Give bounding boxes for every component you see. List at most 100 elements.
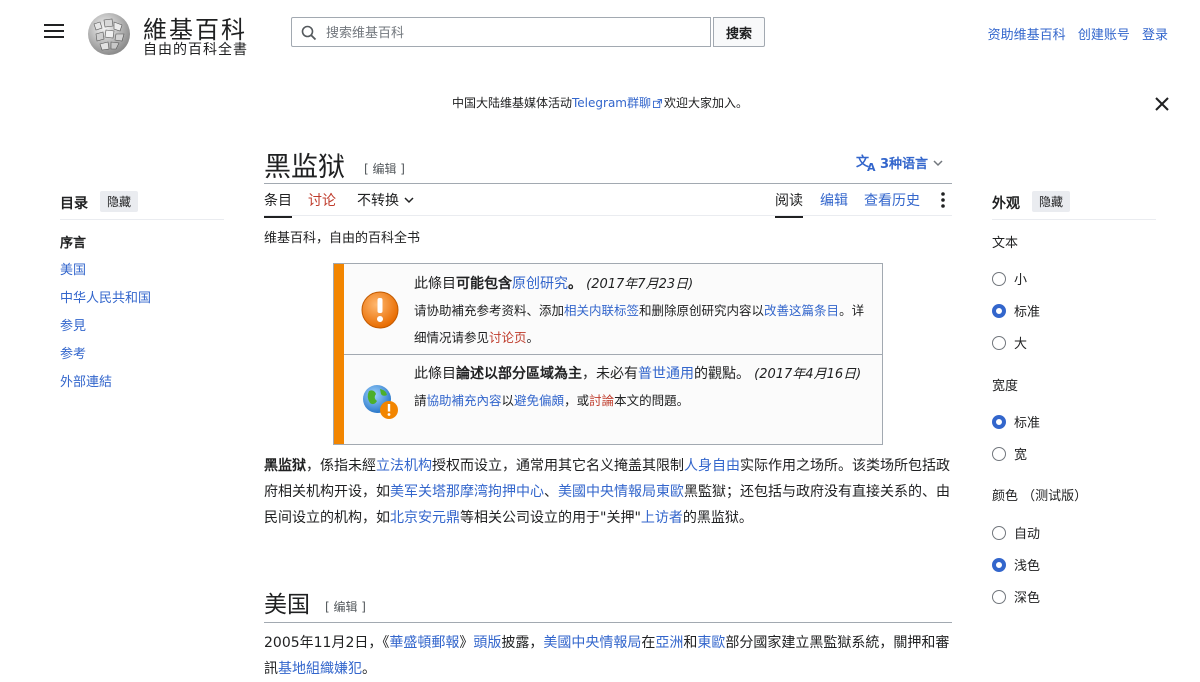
notice-body: 本文的問題。: [614, 393, 690, 408]
radio-label: 宽: [1014, 448, 1028, 463]
avoid-bias-link[interactable]: 避免偏頗: [514, 393, 564, 408]
tabs-divider: [264, 183, 952, 184]
eastern-europe-link[interactable]: 東歐: [697, 635, 725, 651]
front-page-link[interactable]: 頭版: [473, 635, 501, 651]
paragraph-text: ，係指未經: [306, 458, 376, 474]
personal-liberty-link[interactable]: 人身自由: [684, 458, 740, 474]
section-divider: [264, 622, 952, 623]
width-standard[interactable]: 标准: [992, 412, 1040, 431]
paragraph-text: 》: [459, 635, 474, 651]
notice-text: 此條目論述以部分區域為主，未必有普世通用的觀點。 (2017年4月16日) 請協…: [414, 361, 872, 415]
radio-button-selected[interactable]: [992, 303, 1006, 318]
anyuanding-link[interactable]: 北京安元鼎: [390, 510, 460, 526]
tab-talk[interactable]: 讨论: [308, 190, 336, 210]
toc-item-intro[interactable]: 序言: [60, 232, 86, 251]
tab-article[interactable]: 条目: [264, 190, 292, 218]
close-notice-icon[interactable]: [1154, 96, 1170, 112]
radio-button-selected[interactable]: [992, 557, 1006, 572]
toc-item-prc[interactable]: 中华人民共和国: [60, 287, 151, 306]
paragraph-text: 在: [641, 635, 656, 651]
tab-variant[interactable]: 不转换: [357, 190, 415, 210]
paragraph-text: 的黑监狱。: [682, 510, 753, 526]
color-dark[interactable]: 深色: [992, 587, 1040, 606]
toc-item-see-also[interactable]: 参見: [60, 315, 86, 334]
variant-label: 不转换: [357, 193, 399, 209]
tab-edit[interactable]: 编辑: [820, 190, 848, 210]
notice-suffix: 欢迎大家加入。: [664, 96, 749, 110]
toc-hide-button[interactable]: 隐藏: [100, 191, 139, 212]
notice-body: 和删除原创研究内容以: [639, 303, 765, 318]
toc-title: 目录: [60, 196, 88, 212]
original-research-notice: 此條目可能包含原创研究。 (2017年7月23日) 请协助補充参考资料、添加相关…: [344, 264, 882, 354]
search-button[interactable]: 搜索: [713, 17, 765, 47]
text-size-small[interactable]: 小: [992, 269, 1027, 288]
appearance-hide-button[interactable]: 隐藏: [1032, 191, 1071, 212]
radio-button[interactable]: [992, 446, 1006, 461]
title-edit-link[interactable]: [ 编辑 ]: [364, 160, 405, 177]
discuss-link[interactable]: 討論: [589, 393, 614, 408]
create-account-link[interactable]: 创建账号: [1078, 28, 1130, 43]
toc-item-usa[interactable]: 美国: [60, 259, 86, 278]
radio-label: 深色: [1014, 591, 1041, 606]
notice-lead: 的觀點。: [694, 366, 750, 382]
paragraph-text: 、: [544, 484, 558, 500]
talk-page-link[interactable]: 讨论页: [489, 330, 527, 345]
toc-item-references[interactable]: 参考: [60, 343, 86, 362]
paragraph-text: 授权而设立，通常用其它名义掩盖其限制: [432, 458, 684, 474]
page-title: 黑监狱: [264, 152, 345, 183]
petitioners-link[interactable]: 上访者: [641, 510, 683, 526]
search-icon: [301, 25, 317, 41]
login-link[interactable]: 登录: [1142, 28, 1168, 43]
width-wide[interactable]: 宽: [992, 444, 1027, 463]
notice-text: 中国大陆维基媒体活动: [451, 96, 572, 110]
radio-button[interactable]: [992, 335, 1006, 350]
search-input[interactable]: [324, 18, 708, 48]
toc-item-external-links[interactable]: 外部連結: [60, 371, 112, 390]
text-size-standard[interactable]: 标准: [992, 301, 1040, 320]
notice-lead: 此條目: [414, 366, 456, 382]
globalize-notice: 此條目論述以部分區域為主，未必有普世通用的觀點。 (2017年4月16日) 請協…: [344, 355, 882, 444]
notice-body: 。: [526, 330, 540, 345]
notice-emphasis: 論述以部分區域為主: [456, 366, 582, 382]
asia-link[interactable]: 亞洲: [655, 635, 683, 651]
guantanamo-link[interactable]: 美军关塔那摩湾拘押中心: [390, 484, 544, 500]
chevron-down-icon: [933, 159, 943, 166]
toc-divider: [60, 219, 224, 220]
tab-history[interactable]: 查看历史: [864, 190, 920, 210]
notice-lead: ，未必有: [582, 366, 638, 382]
telegram-link[interactable]: Telegram群聊: [572, 96, 651, 110]
color-light[interactable]: 浅色: [992, 555, 1040, 574]
text-size-large[interactable]: 大: [992, 333, 1027, 352]
expand-content-link[interactable]: 協助補充內容: [427, 393, 502, 408]
washington-post-link[interactable]: 華盛頓郵報: [389, 635, 459, 651]
cia-link[interactable]: 美國中央情報局: [543, 635, 641, 651]
paragraph-text: 披露，: [501, 635, 544, 651]
svg-text:A: A: [867, 161, 876, 172]
wikipedia-globe-icon[interactable]: [84, 10, 134, 56]
section-edit-link[interactable]: [ 编辑 ]: [325, 598, 366, 615]
donate-link[interactable]: 资助维基百科: [988, 28, 1066, 43]
article-subject: 黑监狱: [264, 458, 306, 474]
improve-article-link[interactable]: 改善这篇条目: [764, 303, 839, 318]
language-button[interactable]: 文 A 3种语言: [856, 153, 948, 172]
appearance-divider: [992, 219, 1156, 220]
radio-label: 浅色: [1014, 559, 1041, 574]
radio-button[interactable]: [992, 271, 1006, 286]
main-menu-button[interactable]: [44, 24, 64, 40]
text-size-label: 文本: [992, 236, 1019, 251]
radio-button[interactable]: [992, 525, 1006, 540]
radio-button[interactable]: [992, 589, 1006, 604]
tab-read[interactable]: 阅读: [775, 190, 803, 218]
more-actions-icon[interactable]: [938, 190, 948, 210]
color-auto[interactable]: 自动: [992, 523, 1040, 542]
radio-button-selected[interactable]: [992, 414, 1006, 429]
cia-europe-link[interactable]: 美國中央情報局東歐: [558, 484, 684, 500]
notice-period: 。: [568, 276, 582, 292]
legislature-link[interactable]: 立法机构: [376, 458, 432, 474]
notice-body: 以: [501, 393, 515, 408]
language-count: 3种语言: [880, 157, 929, 172]
original-research-link[interactable]: 原创研究: [512, 276, 568, 292]
radio-label: 标准: [1014, 305, 1041, 320]
inline-tags-link[interactable]: 相关内联标签: [564, 303, 639, 318]
worldwide-view-link[interactable]: 普世通用: [638, 366, 694, 382]
